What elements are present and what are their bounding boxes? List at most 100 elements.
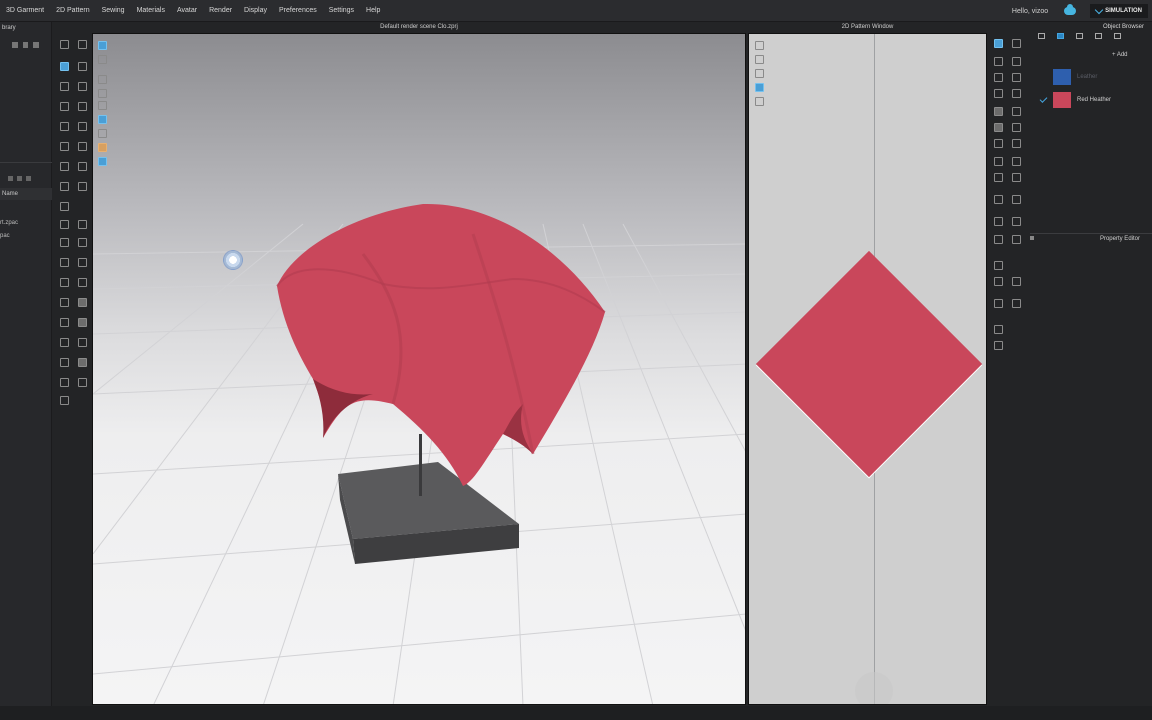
segment-tool-icon[interactable]: [60, 122, 69, 131]
rectangle-icon[interactable]: [1012, 73, 1021, 82]
ruler-icon[interactable]: [994, 217, 1003, 226]
dart-icon[interactable]: [994, 107, 1003, 116]
angle-icon[interactable]: [1012, 217, 1021, 226]
square-tool-icon[interactable]: [78, 298, 87, 307]
grid-view-icon[interactable]: [26, 176, 31, 181]
tab-zip-icon[interactable]: [1095, 33, 1102, 39]
plus-tool-icon[interactable]: [78, 378, 87, 387]
pleat-tool-icon[interactable]: [60, 358, 69, 367]
menu-materials[interactable]: Materials: [131, 0, 171, 22]
internal-polygon-icon[interactable]: [994, 89, 1003, 98]
graphic-icon[interactable]: [1012, 299, 1021, 308]
internal-rect-icon[interactable]: [1012, 89, 1021, 98]
list-item[interactable]: pac: [0, 233, 10, 239]
button-tool-icon[interactable]: [60, 162, 69, 171]
texture-map-icon[interactable]: [994, 299, 1003, 308]
sew-tool-icon[interactable]: [78, 102, 87, 111]
body-tool-icon[interactable]: [60, 396, 69, 405]
menu-sewing[interactable]: Sewing: [96, 0, 131, 22]
free-sew-icon[interactable]: [1012, 157, 1021, 166]
polygon-icon[interactable]: [994, 73, 1003, 82]
menu-settings[interactable]: Settings: [323, 0, 360, 22]
skin-icon[interactable]: [98, 143, 107, 152]
line-tool-icon[interactable]: [60, 202, 69, 211]
fold-tool-icon[interactable]: [60, 82, 69, 91]
box-tool-icon[interactable]: [78, 318, 87, 327]
hat-tool-icon[interactable]: [60, 298, 69, 307]
pen-tool-icon[interactable]: [78, 338, 87, 347]
trim-tool-icon[interactable]: [60, 238, 69, 247]
cloud-icon[interactable]: [1064, 4, 1077, 15]
tab-button-icon[interactable]: [1076, 33, 1083, 39]
tab-list-icon[interactable]: [1038, 33, 1045, 39]
rotate-tool-icon[interactable]: [60, 220, 69, 229]
list-view-icon[interactable]: [17, 176, 22, 181]
edit-tool-icon[interactable]: [78, 82, 87, 91]
tack-icon[interactable]: [1012, 173, 1021, 182]
zip-icon[interactable]: [994, 341, 1003, 350]
fabric-item-leather[interactable]: Leather: [1040, 69, 1097, 85]
menu-render[interactable]: Render: [203, 0, 238, 22]
navigation-knob[interactable]: [855, 672, 893, 704]
sewing-check-icon[interactable]: [994, 173, 1003, 182]
text-icon[interactable]: [994, 261, 1003, 270]
cut-tool-icon[interactable]: [60, 338, 69, 347]
annotation-icon[interactable]: [994, 235, 1003, 244]
tab-graphic-icon[interactable]: [1114, 33, 1121, 39]
menu-help[interactable]: Help: [360, 0, 386, 22]
hanger-tool-icon[interactable]: [60, 258, 69, 267]
menu-2d-pattern[interactable]: 2D Pattern: [50, 0, 95, 22]
fabric-view-icon[interactable]: [98, 115, 107, 124]
library-tool-icon[interactable]: [33, 42, 40, 48]
transform-tool-icon[interactable]: [78, 40, 87, 49]
circle-tool-icon[interactable]: [78, 220, 87, 229]
measure-tool-icon[interactable]: [78, 122, 87, 131]
pattern-select-icon[interactable]: [755, 41, 764, 50]
zipper-tool-icon[interactable]: [78, 162, 87, 171]
shirt-tool-icon[interactable]: [60, 278, 69, 287]
fill-tool-icon[interactable]: [78, 358, 87, 367]
menu-3d-garment[interactable]: 3D Garment: [0, 0, 50, 22]
seam-icon[interactable]: [994, 157, 1003, 166]
ellipse-icon[interactable]: [1012, 107, 1021, 116]
align-icon[interactable]: [1012, 277, 1021, 286]
move-tool-icon[interactable]: [60, 62, 69, 71]
select-tool-icon[interactable]: [60, 40, 69, 49]
sphere-icon[interactable]: [98, 75, 107, 84]
graphic-tool-icon[interactable]: [60, 182, 69, 191]
grade-icon[interactable]: [1012, 235, 1021, 244]
puckering-icon[interactable]: [1012, 195, 1021, 204]
pattern-move-icon[interactable]: [755, 55, 764, 64]
fit-tool-icon[interactable]: [60, 318, 69, 327]
search-icon[interactable]: [8, 176, 13, 181]
brush-tool-icon[interactable]: [60, 102, 69, 111]
trace-icon[interactable]: [994, 123, 1003, 132]
edit-point-icon[interactable]: [994, 57, 1003, 66]
pattern-fabric-icon[interactable]: [755, 83, 764, 92]
avatar-icon[interactable]: [98, 101, 107, 110]
library-tool-icon[interactable]: [22, 42, 29, 48]
camera-icon[interactable]: [98, 41, 107, 50]
topstitch-icon[interactable]: [994, 195, 1003, 204]
pattern-grid-icon[interactable]: [755, 97, 764, 106]
tab-fabric-icon[interactable]: [1057, 33, 1064, 39]
arrange-tool-icon[interactable]: [78, 278, 87, 287]
tape-tool-icon[interactable]: [60, 142, 69, 151]
add-button[interactable]: + Add: [1112, 52, 1128, 58]
light-icon[interactable]: [98, 89, 107, 98]
pattern-piece[interactable]: [755, 250, 983, 478]
menu-preferences[interactable]: Preferences: [273, 0, 323, 22]
fold-icon[interactable]: [1012, 139, 1021, 148]
pattern-window[interactable]: [748, 33, 987, 705]
symmetry-tool-icon[interactable]: [78, 142, 87, 151]
pin-view-icon[interactable]: [98, 129, 107, 138]
list-item[interactable]: rt.zpac: [0, 220, 18, 226]
library-column-name[interactable]: Name: [0, 188, 52, 200]
fabric-item-red-heather[interactable]: Red Heather: [1039, 92, 1111, 108]
avatar-tool-icon[interactable]: [78, 258, 87, 267]
edit-pattern-icon[interactable]: [1012, 39, 1021, 48]
pin-tool-icon[interactable]: [78, 62, 87, 71]
simulation-mode-button[interactable]: SIMULATION: [1090, 4, 1148, 18]
render-icon[interactable]: [98, 157, 107, 166]
pattern-transform-icon[interactable]: [994, 39, 1003, 48]
